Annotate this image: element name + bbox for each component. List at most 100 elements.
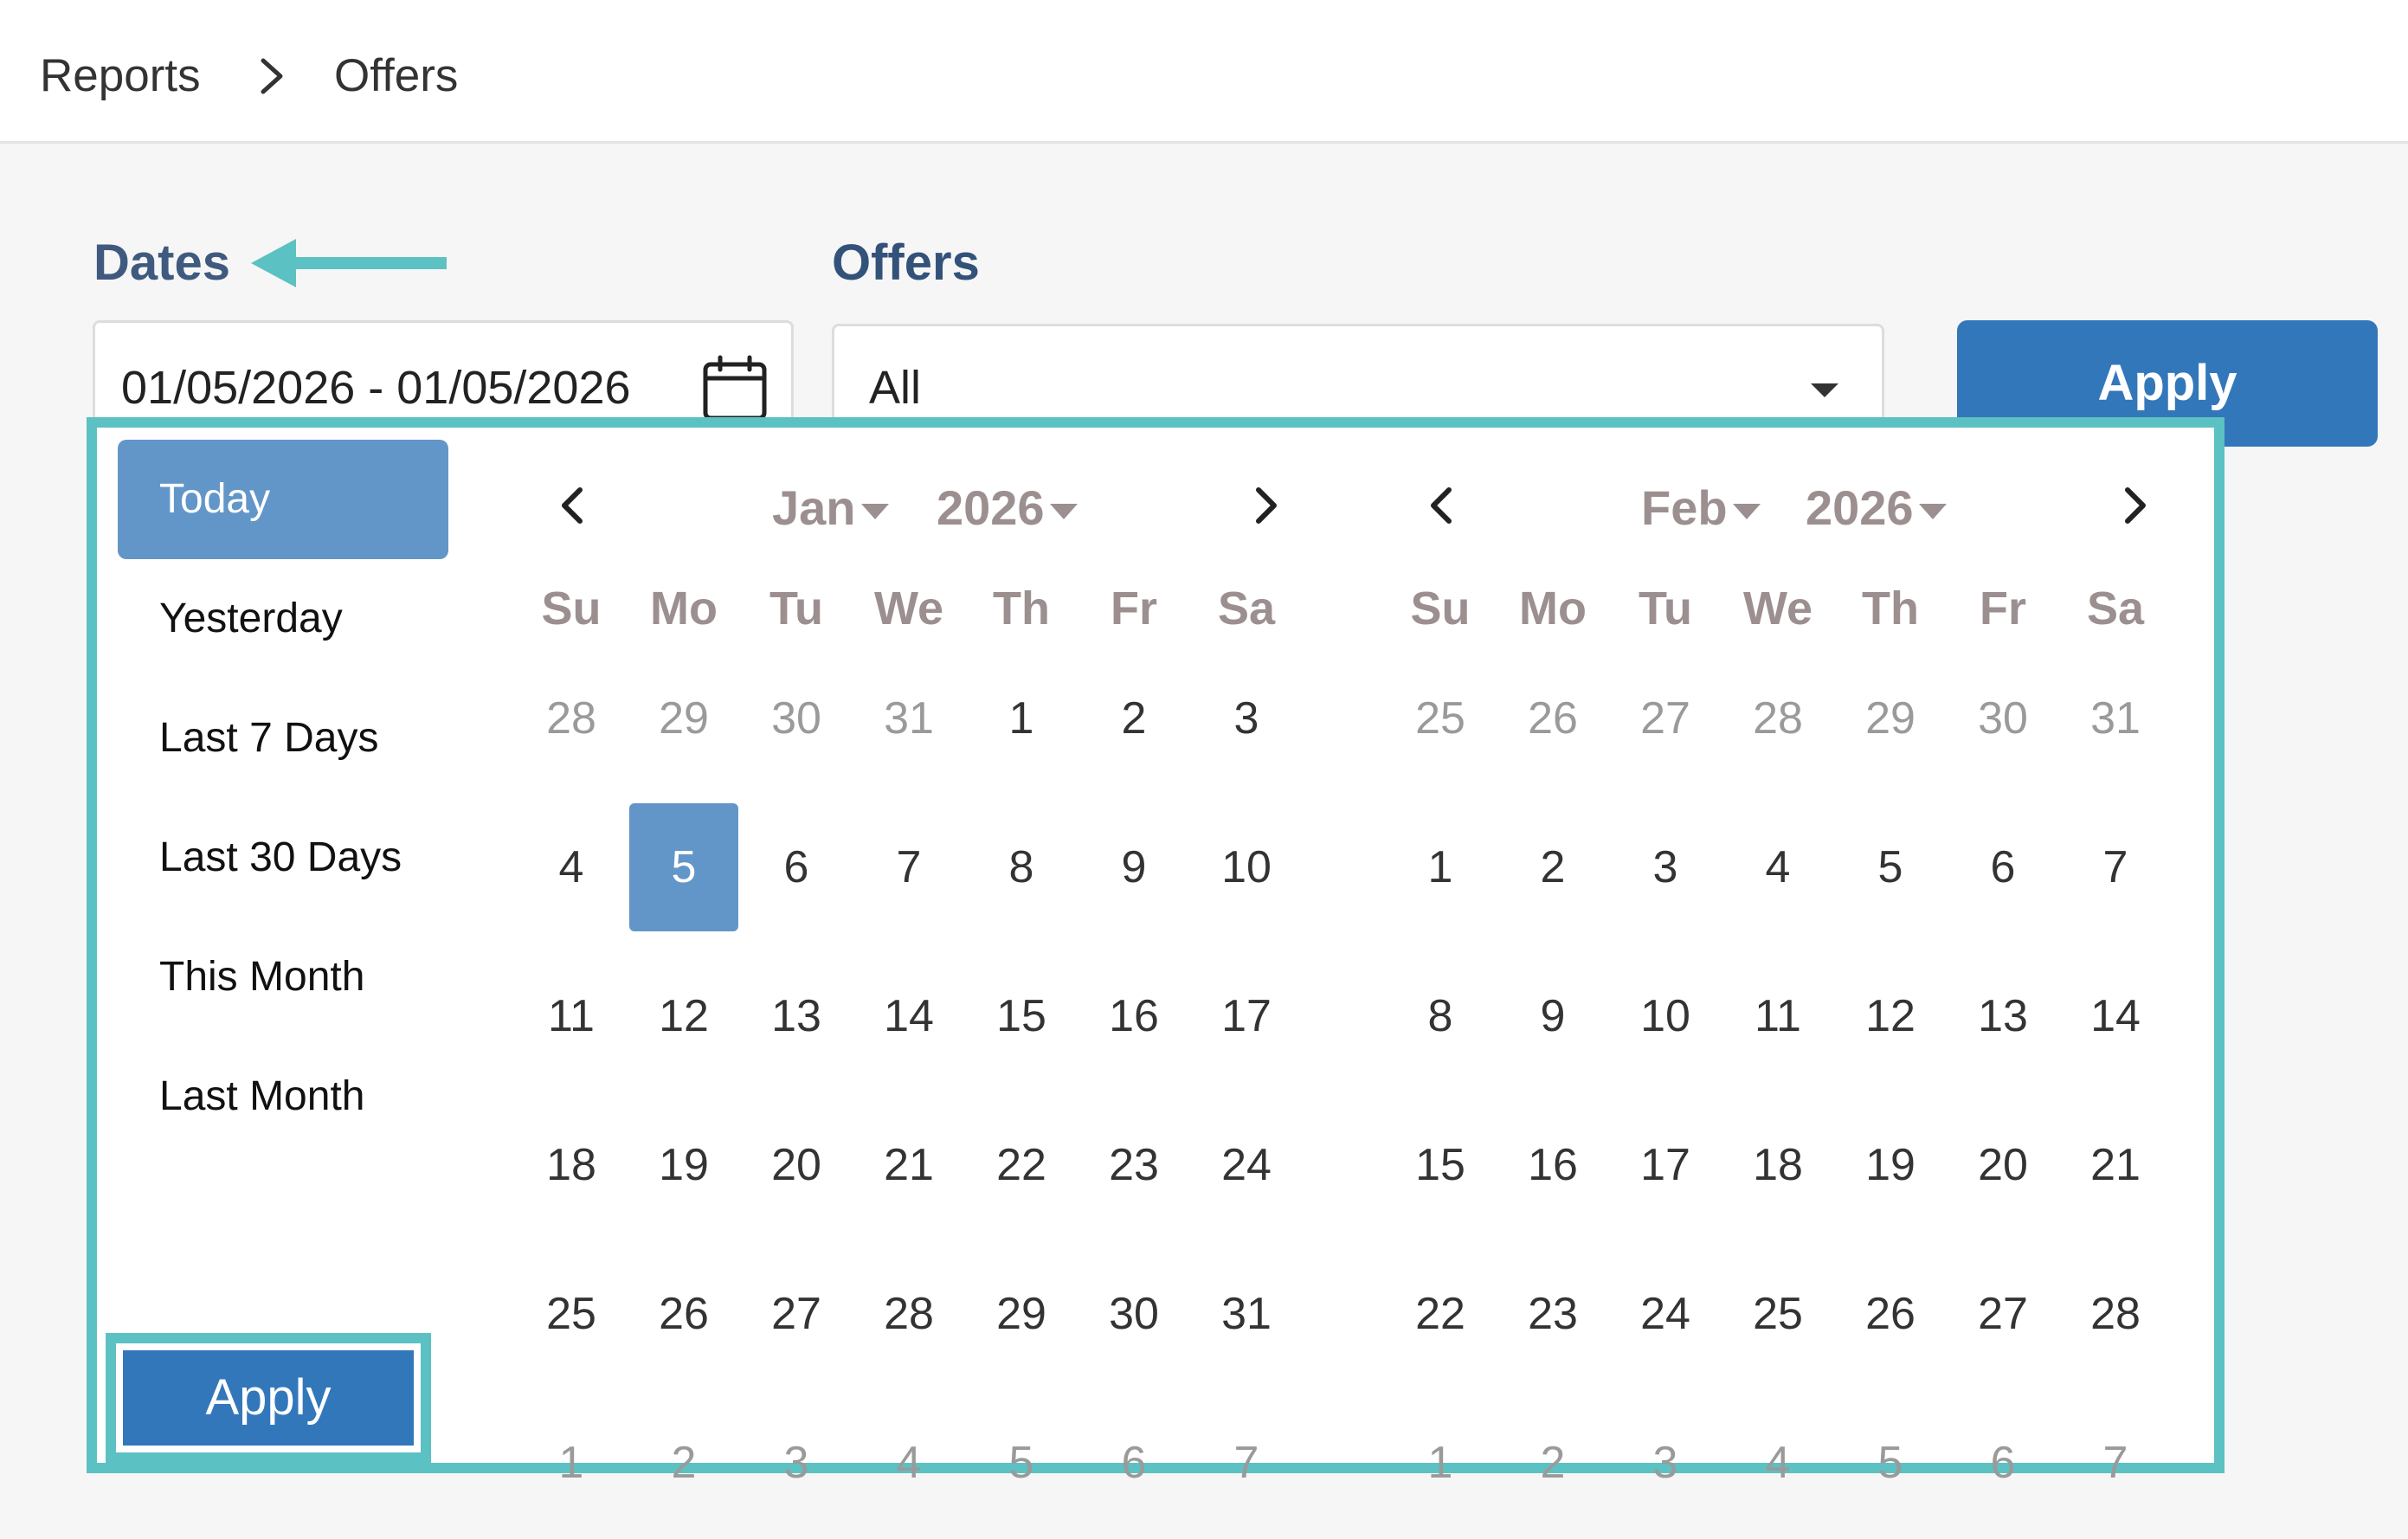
apply-date-button[interactable]: Apply <box>123 1350 414 1446</box>
calendar-day[interactable]: 28 <box>854 1250 963 1378</box>
chevron-right-icon[interactable] <box>1239 480 1291 531</box>
calendar-day[interactable]: 19 <box>629 1101 738 1229</box>
range-option[interactable]: Last 30 Days <box>118 798 448 918</box>
calendar-day[interactable]: 4 <box>1723 803 1832 931</box>
calendar-day[interactable]: 29 <box>967 1250 1076 1378</box>
calendar-day[interactable]: 21 <box>2061 1101 2170 1229</box>
calendar-day[interactable]: 17 <box>1611 1101 1720 1229</box>
month-select[interactable]: Jan <box>772 478 891 538</box>
calendar-day[interactable]: 5 <box>1836 1399 1945 1527</box>
calendar-day[interactable]: 1 <box>967 654 1076 782</box>
calendar-day[interactable]: 29 <box>1836 654 1945 782</box>
calendar-day[interactable]: 18 <box>517 1101 626 1229</box>
calendar-day[interactable]: 23 <box>1498 1250 1607 1378</box>
calendar-day[interactable]: 22 <box>1386 1250 1495 1378</box>
calendar-day[interactable]: 28 <box>2061 1250 2170 1378</box>
calendar-day[interactable]: 3 <box>1611 803 1720 931</box>
calendar-day[interactable]: 13 <box>1948 952 2057 1080</box>
calendar-day[interactable]: 5 <box>967 1399 1076 1527</box>
calendar-day[interactable]: 27 <box>1611 654 1720 782</box>
calendar-day[interactable]: 26 <box>1836 1250 1945 1378</box>
calendar-day[interactable]: 2 <box>1498 803 1607 931</box>
calendar-day[interactable]: 7 <box>2061 1399 2170 1527</box>
calendar-day[interactable]: 27 <box>742 1250 851 1378</box>
calendar-day[interactable]: 4 <box>517 803 626 931</box>
calendar-day[interactable]: 18 <box>1723 1101 1832 1229</box>
calendar-day[interactable]: 2 <box>1079 654 1188 782</box>
range-option[interactable]: Today <box>118 440 448 559</box>
calendar-day[interactable]: 23 <box>1079 1101 1188 1229</box>
calendar-day[interactable]: 7 <box>854 803 963 931</box>
year-select[interactable]: 2026 <box>1806 478 1948 538</box>
calendar-day[interactable]: 15 <box>1386 1101 1495 1229</box>
chevron-left-icon[interactable] <box>547 480 599 531</box>
breadcrumb-reports[interactable]: Reports <box>40 43 201 108</box>
calendar-day[interactable]: 13 <box>742 952 851 1080</box>
calendar-day[interactable]: 29 <box>629 654 738 782</box>
calendar-day[interactable]: 22 <box>967 1101 1076 1229</box>
calendar-icon[interactable] <box>701 354 769 422</box>
calendar-day[interactable]: 19 <box>1836 1101 1945 1229</box>
calendar-day[interactable]: 11 <box>1723 952 1832 1080</box>
calendar-day[interactable]: 1 <box>517 1399 626 1527</box>
calendar-day[interactable]: 30 <box>1079 1250 1188 1378</box>
calendar-day[interactable]: 9 <box>1079 803 1188 931</box>
calendar-day[interactable]: 17 <box>1192 952 1301 1080</box>
calendar-day[interactable]: 14 <box>854 952 963 1080</box>
calendar-day[interactable]: 3 <box>1192 654 1301 782</box>
calendar-day[interactable]: 7 <box>2061 803 2170 931</box>
calendar-day[interactable]: 8 <box>1386 952 1495 1080</box>
calendar-day[interactable]: 31 <box>854 654 963 782</box>
calendar-day[interactable]: 12 <box>1836 952 1945 1080</box>
range-option[interactable]: Yesterday <box>118 559 448 679</box>
calendar-day[interactable]: 4 <box>1723 1399 1832 1527</box>
calendar-day[interactable]: 2 <box>1498 1399 1607 1527</box>
year-select[interactable]: 2026 <box>937 478 1079 538</box>
calendar-day[interactable]: 9 <box>1498 952 1607 1080</box>
range-option[interactable]: This Month <box>118 918 448 1037</box>
calendar-day[interactable]: 25 <box>517 1250 626 1378</box>
calendar-day[interactable]: 15 <box>967 952 1076 1080</box>
calendar-day[interactable]: 8 <box>967 803 1076 931</box>
calendar-day[interactable]: 6 <box>742 803 851 931</box>
range-option[interactable]: Last 7 Days <box>118 679 448 798</box>
calendar-day[interactable]: 10 <box>1611 952 1720 1080</box>
calendar-day[interactable]: 31 <box>2061 654 2170 782</box>
calendar-day[interactable]: 14 <box>2061 952 2170 1080</box>
calendar-day[interactable]: 24 <box>1192 1101 1301 1229</box>
calendar-day[interactable]: 11 <box>517 952 626 1080</box>
calendar-day[interactable]: 16 <box>1498 1101 1607 1229</box>
calendar-day[interactable]: 3 <box>1611 1399 1720 1527</box>
calendar-day[interactable]: 2 <box>629 1399 738 1527</box>
calendar-day[interactable]: 30 <box>1948 654 2057 782</box>
calendar-day[interactable]: 20 <box>1948 1101 2057 1229</box>
calendar-day[interactable]: 5 <box>1836 803 1945 931</box>
month-select[interactable]: Feb <box>1641 478 1762 538</box>
calendar-day[interactable]: 4 <box>854 1399 963 1527</box>
calendar-day[interactable]: 27 <box>1948 1250 2057 1378</box>
calendar-day[interactable]: 10 <box>1192 803 1301 931</box>
calendar-day[interactable]: 28 <box>517 654 626 782</box>
calendar-day[interactable]: 25 <box>1386 654 1495 782</box>
chevron-right-icon[interactable] <box>2109 480 2160 531</box>
calendar-day[interactable]: 16 <box>1079 952 1188 1080</box>
calendar-day[interactable]: 25 <box>1723 1250 1832 1378</box>
calendar-day[interactable]: 12 <box>629 952 738 1080</box>
calendar-day[interactable]: 7 <box>1192 1399 1301 1527</box>
calendar-day[interactable]: 6 <box>1079 1399 1188 1527</box>
chevron-left-icon[interactable] <box>1416 480 1468 531</box>
calendar-day[interactable]: 6 <box>1948 1399 2057 1527</box>
calendar-day-selected[interactable]: 5 <box>629 803 738 931</box>
calendar-day[interactable]: 21 <box>854 1101 963 1229</box>
calendar-day[interactable]: 24 <box>1611 1250 1720 1378</box>
calendar-day[interactable]: 20 <box>742 1101 851 1229</box>
calendar-day[interactable]: 26 <box>629 1250 738 1378</box>
calendar-day[interactable]: 1 <box>1386 803 1495 931</box>
calendar-day[interactable]: 30 <box>742 654 851 782</box>
calendar-day[interactable]: 28 <box>1723 654 1832 782</box>
calendar-day[interactable]: 3 <box>742 1399 851 1527</box>
range-option[interactable]: Last Month <box>118 1037 448 1156</box>
calendar-day[interactable]: 1 <box>1386 1399 1495 1527</box>
calendar-day[interactable]: 26 <box>1498 654 1607 782</box>
calendar-day[interactable]: 6 <box>1948 803 2057 931</box>
